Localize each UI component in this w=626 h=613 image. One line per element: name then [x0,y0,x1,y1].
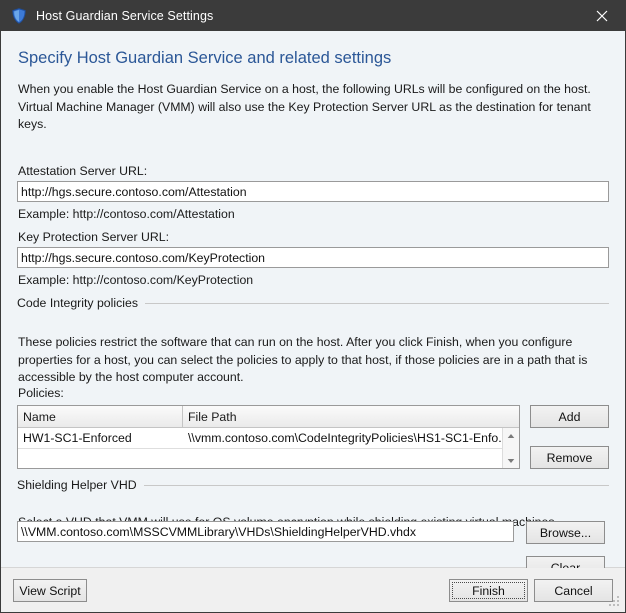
scroll-down-button[interactable] [503,453,519,468]
key-protection-url-label: Key Protection Server URL: [18,230,170,244]
close-button[interactable] [579,1,625,31]
column-header-name[interactable]: Name [18,406,183,427]
policies-table-header: Name File Path [18,406,519,428]
attestation-url-label: Attestation Server URL: [18,164,148,178]
code-integrity-description: These policies restrict the software tha… [18,334,610,387]
policies-table-body: HW1-SC1-Enforced \\vmm.contoso.com\CodeI… [18,428,519,468]
cell-file-path: \\vmm.contoso.com\CodeIntegrityPolicies\… [188,431,509,445]
policies-label: Policies: [18,386,64,400]
resize-grip[interactable] [609,596,622,609]
cell-name: HW1-SC1-Enforced [23,431,132,445]
group-separator-rule [144,302,609,304]
cancel-button[interactable]: Cancel [534,579,613,602]
add-button[interactable]: Add [530,405,609,428]
chevron-up-icon [507,434,515,438]
scroll-up-button[interactable] [503,428,519,444]
key-protection-url-example: Example: http://contoso.com/KeyProtectio… [18,273,254,287]
close-icon [596,10,608,22]
table-row[interactable]: HW1-SC1-Enforced \\vmm.contoso.com\CodeI… [18,428,519,449]
dialog-content: Specify Host Guardian Service and relate… [1,31,625,579]
code-integrity-description-line-3: accessible by the host computer account. [18,370,244,384]
table-empty-row [18,449,519,468]
browse-button[interactable]: Browse... [526,521,605,544]
page-title: Specify Host Guardian Service and relate… [18,49,392,67]
dialog-footer: View Script Finish Cancel [1,568,625,612]
code-integrity-description-line-2: properties for a host, you can select th… [18,352,588,367]
column-header-file-path[interactable]: File Path [183,406,519,427]
title-bar: Host Guardian Service Settings [1,1,625,31]
intro-line-2: Virtual Machine Manager (VMM) will also … [18,99,591,132]
shielding-vhd-input[interactable] [17,521,514,542]
intro-text: When you enable the Host Guardian Servic… [18,81,618,134]
shielding-group-label: Shielding Helper VHD [17,478,137,492]
code-integrity-group-header: Code Integrity policies [17,296,609,310]
intro-line-1: When you enable the Host Guardian Servic… [18,82,591,96]
shielding-group-header: Shielding Helper VHD [17,478,609,492]
view-script-button[interactable]: View Script [13,579,87,602]
remove-button[interactable]: Remove [530,446,609,469]
code-integrity-group-label: Code Integrity policies [17,296,138,310]
chevron-down-icon [507,459,515,463]
code-integrity-description-line-1: These policies restrict the software tha… [18,335,573,349]
shield-icon [12,8,26,24]
group-separator-rule-2 [143,484,609,486]
finish-button[interactable]: Finish [449,579,528,602]
dialog-window: Host Guardian Service Settings Specify H… [0,0,626,613]
attestation-url-example: Example: http://contoso.com/Attestation [18,207,235,221]
policies-table-scrollbar[interactable] [502,428,519,468]
policies-table[interactable]: Name File Path HW1-SC1-Enforced \\vmm.co… [17,405,520,469]
window-title: Host Guardian Service Settings [36,9,214,23]
key-protection-url-input[interactable] [17,247,609,268]
attestation-url-input[interactable] [17,181,609,202]
